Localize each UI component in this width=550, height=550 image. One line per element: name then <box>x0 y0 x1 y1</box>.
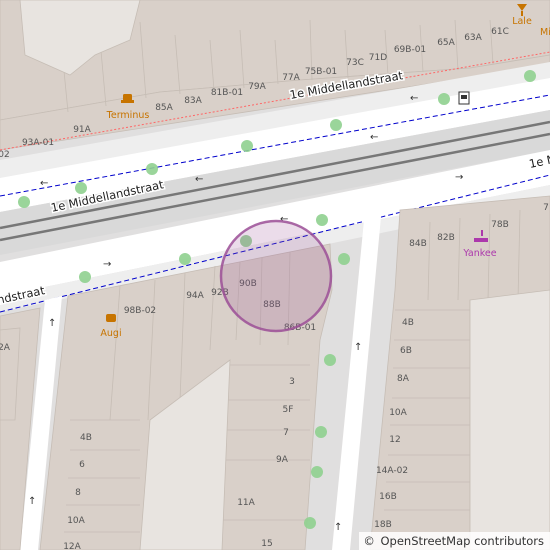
house-number: 63A <box>464 33 482 43</box>
poi-label: Yankee <box>462 248 496 259</box>
selection-circle[interactable] <box>219 219 333 333</box>
oneway-arrow: ↑ <box>48 318 56 329</box>
oneway-arrow: → <box>455 172 463 183</box>
tree <box>146 163 158 175</box>
house-number: 78B <box>491 220 509 230</box>
house-number: 83A <box>184 96 202 106</box>
smoking-shop-icon <box>474 238 488 242</box>
tree <box>315 426 327 438</box>
house-number: 71D <box>369 53 387 63</box>
house-number: 6B <box>400 346 412 356</box>
oneway-arrow: ← <box>40 178 48 189</box>
house-number: 81B-01 <box>211 88 243 98</box>
tree <box>316 214 328 226</box>
poi-label: Terminus <box>106 110 150 121</box>
oneway-arrow: ↑ <box>354 342 362 353</box>
oneway-arrow: ← <box>195 174 203 185</box>
house-number: 02 <box>0 150 10 160</box>
house-number: 14A-02 <box>376 466 408 476</box>
tree <box>18 196 30 208</box>
fastfood-icon-base <box>121 100 134 103</box>
fastfood-icon <box>123 94 132 101</box>
tree <box>324 354 336 366</box>
house-number: 69B-01 <box>394 45 426 55</box>
poi-midd[interactable]: Midd <box>540 27 550 38</box>
house-number: 8 <box>75 488 81 498</box>
house-number: 73C <box>346 58 364 68</box>
map-canvas[interactable]: ← ← ← ← → → ← ↑ ↑ ↑ ↑ 1e Middellandstraa… <box>0 0 550 550</box>
attribution-link[interactable]: OpenStreetMap contributors <box>380 534 544 548</box>
oneway-arrow: → <box>103 259 111 270</box>
tree <box>241 140 253 152</box>
house-number: 65A <box>437 38 455 48</box>
house-number: 4B <box>80 433 92 443</box>
house-number: 4B <box>402 318 414 328</box>
house-number: 12A <box>63 542 81 550</box>
poi-label: Midd <box>540 27 550 38</box>
house-number: 12 <box>389 435 400 445</box>
house-number: 15 <box>261 539 272 549</box>
tree <box>79 271 91 283</box>
tram-stop-icon-window <box>461 95 467 99</box>
house-number: 18B <box>374 520 392 530</box>
house-number: 75B-01 <box>305 67 337 77</box>
oneway-arrow: ← <box>410 93 418 104</box>
map-svg: ← ← ← ← → → ← ↑ ↑ ↑ ↑ 1e Middellandstraa… <box>0 0 550 550</box>
house-number: 91A <box>73 125 91 135</box>
house-number: 61C <box>491 27 509 37</box>
tree <box>338 253 350 265</box>
tree <box>75 182 87 194</box>
copyright-symbol: © <box>363 534 375 548</box>
tram-stop[interactable] <box>458 91 470 105</box>
tree <box>438 93 450 105</box>
tree <box>524 70 536 82</box>
tree <box>304 517 316 529</box>
house-number: 82B <box>437 233 455 243</box>
poi-label: Augi <box>100 328 121 339</box>
house-number: 10A <box>67 516 85 526</box>
house-number: 10A <box>389 408 407 418</box>
house-number: 94A <box>186 291 204 301</box>
house-number: 11A <box>237 498 255 508</box>
house-number: 8A <box>397 374 410 384</box>
house-number: 2A <box>0 343 11 353</box>
house-number: 98B-02 <box>124 306 156 316</box>
house-number: 77A <box>282 73 300 83</box>
house-number: 7 <box>543 203 549 213</box>
house-number: 3 <box>289 377 295 387</box>
house-number: 84B <box>409 239 427 249</box>
house-number: 16B <box>379 492 397 502</box>
smoking-shop-icon-smoke <box>481 230 483 236</box>
house-number: 9A <box>276 455 289 465</box>
courtyard-right <box>469 289 550 550</box>
map-attribution: © OpenStreetMap contributors <box>359 532 550 550</box>
tree <box>311 466 323 478</box>
house-number: 6 <box>79 460 85 470</box>
oneway-arrow: ↑ <box>334 522 342 533</box>
house-number: 79A <box>248 82 266 92</box>
tree <box>330 119 342 131</box>
house-number: 85A <box>155 103 173 113</box>
oneway-arrow: ← <box>370 132 378 143</box>
poi-label: Lale <box>512 16 532 27</box>
house-number: 7 <box>283 428 289 438</box>
tree <box>179 253 191 265</box>
house-number: 93A-01 <box>22 138 54 148</box>
fastfood-icon <box>106 314 116 322</box>
house-number: 5F <box>283 405 294 415</box>
oneway-arrow: ↑ <box>28 496 36 507</box>
